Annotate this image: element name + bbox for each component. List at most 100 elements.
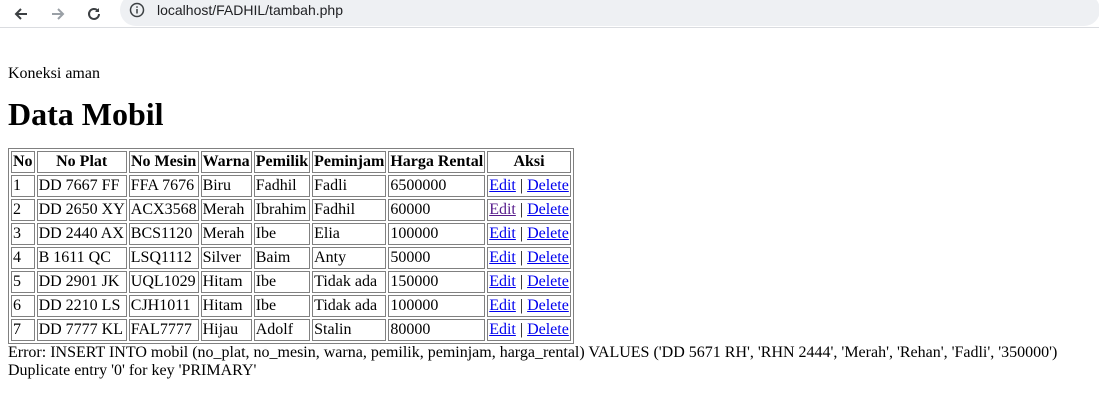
edit-link[interactable]: Edit — [489, 297, 516, 314]
table-row: 3 DD 2440 AX BCS1120 Merah Ibe Elia 100000 Edit… — [11, 223, 571, 245]
cell-plat: DD 2210 LS — [36, 295, 127, 317]
cell-plat: DD 7667 FF — [36, 175, 127, 197]
cell-plat: DD 2901 JK — [36, 271, 127, 293]
delete-link[interactable]: Delete — [527, 273, 569, 290]
connection-status: Koneksi aman — [8, 65, 100, 82]
edit-link[interactable]: Edit — [489, 249, 516, 266]
edit-link[interactable]: Edit — [489, 201, 516, 218]
cell-harga: 6500000 — [388, 175, 486, 197]
cell-aksi: Edit | Delete — [487, 247, 571, 269]
cell-peminjam: Stalin — [312, 319, 387, 341]
cell-mesin: BCS1120 — [128, 223, 199, 245]
header-no-mesin: No Mesin — [128, 151, 199, 173]
page-title: Data Mobil — [8, 96, 164, 132]
header-no-plat: No Plat — [36, 151, 127, 173]
cell-mesin: ACX3568 — [128, 199, 199, 221]
cell-harga: 50000 — [388, 247, 486, 269]
cell-no: 1 — [11, 175, 35, 197]
address-bar[interactable]: localhost/FADHIL/tambah.php — [120, 0, 1099, 26]
edit-link[interactable]: Edit — [489, 225, 516, 242]
cell-harga: 100000 — [388, 223, 486, 245]
cell-pemilik: Fadhil — [253, 175, 311, 197]
browser-toolbar: localhost/FADHIL/tambah.php — [0, 0, 1099, 28]
cell-harga: 100000 — [388, 295, 486, 317]
table-row: 5 DD 2901 JK UQL1029 Hitam Ibe Tidak ada 15000… — [11, 271, 571, 293]
cell-pemilik: Ibrahim — [253, 199, 311, 221]
table-row: 4B 1611 QC LSQ1112 Silver Baim Anty 50000 Edit… — [11, 247, 571, 269]
cell-aksi: Edit | Delete — [487, 319, 571, 341]
cell-warna: Hijau — [200, 319, 252, 341]
delete-link[interactable]: Delete — [527, 249, 569, 266]
cell-harga: 80000 — [388, 319, 486, 341]
table-row: 6 DD 2210 LS CJH1011 Hitam Ibe Tidak ada 10000… — [11, 295, 571, 317]
link-separator: | — [519, 177, 524, 194]
cell-peminjam: Elia — [312, 223, 387, 245]
delete-link[interactable]: Delete — [527, 225, 569, 242]
cell-no: 5 — [11, 271, 35, 293]
delete-link[interactable]: Delete — [527, 201, 569, 218]
cell-plat: DD 2650 XY — [36, 199, 127, 221]
table-row: 2 DD 2650 XY ACX3568 Merah Ibrahim Fadhil 6000… — [11, 199, 571, 221]
cell-aksi: Edit | Delete — [487, 199, 571, 221]
error-detail: Duplicate entry '0' for key 'PRIMARY' — [8, 362, 257, 379]
header-pemilik: Pemilik — [253, 151, 311, 173]
table-header-row: No No Plat No Mesin Warna Pemilik Peminj… — [11, 151, 571, 173]
header-harga-rental: Harga Rental — [388, 151, 486, 173]
link-separator: | — [519, 273, 524, 290]
cell-plat: DD 2440 AX — [36, 223, 127, 245]
cell-pemilik: Adolf — [253, 319, 311, 341]
edit-link[interactable]: Edit — [489, 177, 516, 194]
cell-harga: 150000 — [388, 271, 486, 293]
cell-warna: Merah — [200, 199, 252, 221]
cell-aksi: Edit | Delete — [487, 295, 571, 317]
table-row: 7 DD 7777 KL FAL7777 Hijau Adolf Stalin 80000 E… — [11, 319, 571, 341]
cell-harga: 60000 — [388, 199, 486, 221]
data-table: No No Plat No Mesin Warna Pemilik Peminj… — [8, 148, 574, 344]
forward-icon[interactable] — [47, 3, 69, 25]
delete-link[interactable]: Delete — [527, 177, 569, 194]
cell-mesin: LSQ1112 — [128, 247, 199, 269]
cell-aksi: Edit | Delete — [487, 175, 571, 197]
cell-no: 4 — [11, 247, 35, 269]
link-separator: | — [519, 321, 524, 338]
cell-warna: Merah — [200, 223, 252, 245]
error-query: Error: INSERT INTO mobil (no_plat, no_me… — [8, 344, 1058, 361]
cell-no: 2 — [11, 199, 35, 221]
header-peminjam: Peminjam — [312, 151, 387, 173]
header-aksi: Aksi — [487, 151, 571, 173]
cell-peminjam: Tidak ada — [312, 295, 387, 317]
link-separator: | — [519, 249, 524, 266]
error-message: Error: INSERT INTO mobil (no_plat, no_me… — [8, 344, 1091, 380]
url-text[interactable]: localhost/FADHIL/tambah.php — [157, 2, 343, 18]
delete-link[interactable]: Delete — [527, 297, 569, 314]
cell-aksi: Edit | Delete — [487, 271, 571, 293]
edit-link[interactable]: Edit — [489, 273, 516, 290]
header-warna: Warna — [200, 151, 252, 173]
cell-warna: Hitam — [200, 295, 252, 317]
edit-link[interactable]: Edit — [489, 321, 516, 338]
cell-mesin: FAL7777 — [128, 319, 199, 341]
link-separator: | — [519, 297, 524, 314]
cell-pemilik: Baim — [253, 247, 311, 269]
cell-aksi: Edit | Delete — [487, 223, 571, 245]
cell-pemilik: Ibe — [253, 271, 311, 293]
info-icon[interactable] — [129, 2, 145, 18]
delete-link[interactable]: Delete — [527, 321, 569, 338]
cell-mesin: FFA 7676 — [128, 175, 199, 197]
cell-warna: Biru — [200, 175, 252, 197]
cell-no: 7 — [11, 319, 35, 341]
cell-warna: Hitam — [200, 271, 252, 293]
cell-peminjam: Tidak ada — [312, 271, 387, 293]
cell-no: 3 — [11, 223, 35, 245]
link-separator: | — [519, 225, 524, 242]
cell-peminjam: Fadli — [312, 175, 387, 197]
back-icon[interactable] — [10, 3, 32, 25]
cell-plat: B 1611 QC — [36, 247, 127, 269]
cell-warna: Silver — [200, 247, 252, 269]
cell-peminjam: Anty — [312, 247, 387, 269]
cell-pemilik: Ibe — [253, 295, 311, 317]
page-content: Koneksi aman Data Mobil No No Plat No Me… — [0, 65, 1099, 380]
cell-peminjam: Fadhil — [312, 199, 387, 221]
cell-mesin: UQL1029 — [128, 271, 199, 293]
reload-icon[interactable] — [83, 3, 105, 25]
